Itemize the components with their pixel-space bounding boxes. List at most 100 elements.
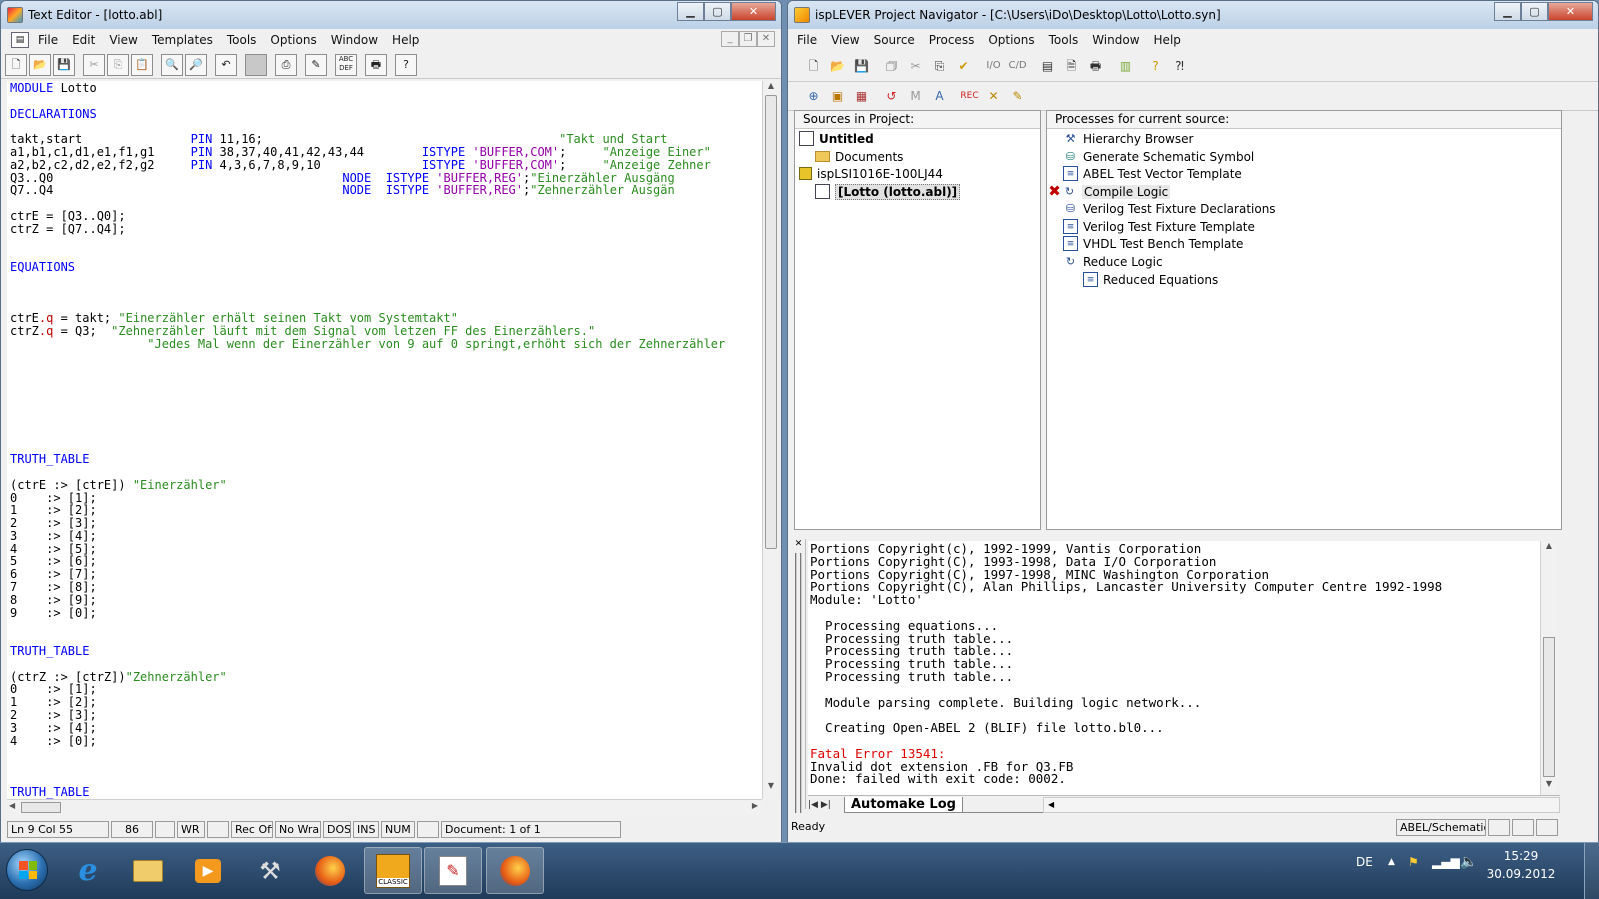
clock-date[interactable]: 30.09.2012 <box>1486 867 1556 881</box>
process-compile-logic[interactable]: ✖ ↻ Compile Logic <box>1047 183 1171 200</box>
menu-view[interactable]: View <box>102 33 144 47</box>
nav-menu-help[interactable]: Help <box>1147 33 1188 47</box>
nav-tools-icon[interactable]: ✕ <box>982 85 1005 107</box>
text-editor-taskbar-icon[interactable]: ✎ <box>424 847 482 894</box>
nav-remove-icon[interactable]: ✂ <box>904 55 927 77</box>
paste-icon[interactable]: 📋 <box>131 53 153 76</box>
nav-menu-window[interactable]: Window <box>1085 33 1146 47</box>
close-button[interactable]: ✕ <box>731 2 776 21</box>
firefox-running-icon[interactable] <box>486 847 544 894</box>
menu-options[interactable]: Options <box>263 33 323 47</box>
automake-log[interactable]: Portions Copyright(c), 1992-1999, Vantis… <box>808 541 1543 795</box>
edit-tool-icon[interactable]: ✎ <box>305 53 327 76</box>
nav-board-icon[interactable]: ▦ <box>850 85 873 107</box>
menu-templates[interactable]: Templates <box>145 33 220 47</box>
menu-tools[interactable]: Tools <box>220 33 264 47</box>
process-verilog-test-fixture-template[interactable]: ≡ Verilog Test Fixture Template <box>1063 218 1255 235</box>
media-player-icon[interactable]: ▶ <box>182 847 234 894</box>
process-hierarchy-browser[interactable]: ⚒ Hierarchy Browser <box>1063 130 1194 147</box>
source-item-untitled[interactable]: Untitled <box>799 130 874 147</box>
nav-context-help-icon[interactable]: ⁈ <box>1168 55 1191 77</box>
nav-waveform-icon[interactable]: ↺ <box>880 85 903 107</box>
cut-icon[interactable]: ✂ <box>83 53 105 76</box>
nav-check-icon[interactable]: ✔ <box>952 55 975 77</box>
editor-vertical-scrollbar[interactable]: ▲ ▼ <box>762 81 779 799</box>
source-item-lotto[interactable]: [Lotto (lotto.abl)] <box>815 183 961 200</box>
save-icon[interactable]: 💾 <box>53 53 75 76</box>
nav-minimize-button[interactable]: ▁ <box>1494 2 1521 21</box>
tab-automake-log[interactable]: Automake Log <box>844 796 963 813</box>
log-gripper[interactable]: ✕ <box>792 539 806 813</box>
abc-icon[interactable]: ABC DEF <box>335 53 357 76</box>
process-abel-test-vector-template[interactable]: ≡ ABEL Test Vector Template <box>1063 165 1242 182</box>
nav-menu-file[interactable]: File <box>790 33 824 47</box>
nav-close-button[interactable]: ✕ <box>1548 2 1593 21</box>
copy-icon[interactable]: ⎘ <box>107 53 129 76</box>
volume-icon[interactable]: 🔈 <box>1460 854 1477 870</box>
nav-import-icon[interactable]: ⎘ <box>928 55 951 77</box>
nav-target-icon[interactable]: ⊕ <box>802 85 825 107</box>
firefox-icon[interactable] <box>304 847 356 894</box>
cd-icon[interactable]: C/D <box>1006 55 1029 77</box>
log-scroll-thumb[interactable] <box>1543 637 1555 777</box>
clock-time[interactable]: 15:29 <box>1496 849 1546 863</box>
find-replace-icon[interactable]: 🔎 <box>185 53 207 76</box>
blank-icon[interactable] <box>245 53 267 76</box>
nav-open-icon[interactable]: 📂 <box>826 55 849 77</box>
nav-edit-icon[interactable]: ✎ <box>1006 85 1029 107</box>
tools-icon[interactable]: ⚒ <box>244 847 296 894</box>
navigator-titlebar[interactable]: ispLEVER Project Navigator - [C:\Users\i… <box>788 1 1598 29</box>
menu-file[interactable]: File <box>31 33 65 47</box>
editor-titlebar[interactable]: Text Editor - [lotto.abl] ▁ ▢ ✕ <box>1 1 781 29</box>
process-reduce-logic[interactable]: ↻ Reduce Logic <box>1063 253 1163 270</box>
nav-new-icon[interactable]: 🗋 <box>802 55 825 77</box>
menu-edit[interactable]: Edit <box>65 33 102 47</box>
help-icon[interactable]: ? <box>395 53 417 76</box>
internet-explorer-icon[interactable]: e <box>62 847 114 894</box>
start-button[interactable] <box>6 849 48 891</box>
nav-chart-icon[interactable]: ▥ <box>1114 55 1137 77</box>
editor-horizontal-scrollbar[interactable]: ◀ ▶ <box>7 799 762 815</box>
new-file-icon[interactable]: 🗋 <box>5 53 27 76</box>
menu-help[interactable]: Help <box>385 33 426 47</box>
nav-help-icon[interactable]: ? <box>1144 55 1167 77</box>
log-hscroll[interactable]: ◀ <box>1042 796 1560 813</box>
menu-window[interactable]: Window <box>324 33 385 47</box>
io-icon[interactable]: I/O <box>982 55 1005 77</box>
language-indicator[interactable]: DE <box>1356 855 1373 869</box>
process-vhdl-test-bench-template[interactable]: ≡ VHDL Test Bench Template <box>1063 235 1243 252</box>
network-icon[interactable]: ▂▄▆ <box>1432 855 1460 869</box>
open-folder-icon[interactable]: 📂 <box>29 53 51 76</box>
process-verilog-test-fixture-declarations[interactable]: ⛁ Verilog Test Fixture Declarations <box>1063 200 1276 217</box>
tab-scroll-arrows[interactable]: |◀ ▶| <box>808 800 844 810</box>
process-reduced-equations[interactable]: ≡ Reduced Equations <box>1083 271 1218 288</box>
nav-report-icon[interactable]: 🗎 <box>1060 55 1083 77</box>
show-desktop-button[interactable] <box>1584 843 1599 899</box>
nav-m-icon[interactable]: M <box>904 85 927 107</box>
mdi-minimize-button[interactable]: _ <box>721 31 739 47</box>
nav-menu-source[interactable]: Source <box>867 33 922 47</box>
log-vertical-scrollbar[interactable]: ▲ ▼ <box>1540 541 1557 795</box>
undo-icon[interactable]: ↶ <box>215 53 237 76</box>
source-item-device[interactable]: ispLSI1016E-100LJ44 <box>799 165 943 182</box>
nav-menu-view[interactable]: View <box>824 33 866 47</box>
nav-save-icon[interactable]: 💾 <box>850 55 873 77</box>
doc-icon[interactable]: ▤ <box>11 32 29 48</box>
mdi-close-button[interactable]: ✕ <box>757 31 775 47</box>
nav-stack-icon[interactable]: 🗇 <box>880 55 903 77</box>
find-icon[interactable]: 🔍 <box>161 53 183 76</box>
code-editor[interactable]: MODULE Lotto DECLARATIONS takt,start PIN 1… <box>7 81 762 799</box>
nav-print-icon[interactable]: 🖶 <box>1084 55 1107 77</box>
mdi-restore-button[interactable]: ❐ <box>739 31 757 47</box>
minimize-button[interactable]: ▁ <box>677 2 704 21</box>
maximize-button[interactable]: ▢ <box>704 2 731 21</box>
nav-hdl-icon[interactable]: A <box>928 85 951 107</box>
source-item-documents[interactable]: Documents <box>815 148 903 165</box>
nav-rec-icon[interactable]: REC <box>958 85 981 107</box>
vertical-scroll-thumb[interactable] <box>765 95 777 549</box>
print-icon[interactable]: 🖶 <box>365 53 387 76</box>
explorer-folder-icon[interactable] <box>122 847 174 894</box>
insert-template-icon[interactable]: ⎙ <box>275 53 297 76</box>
horizontal-scroll-thumb[interactable] <box>21 802 61 813</box>
nav-list-icon[interactable]: ▤ <box>1036 55 1059 77</box>
